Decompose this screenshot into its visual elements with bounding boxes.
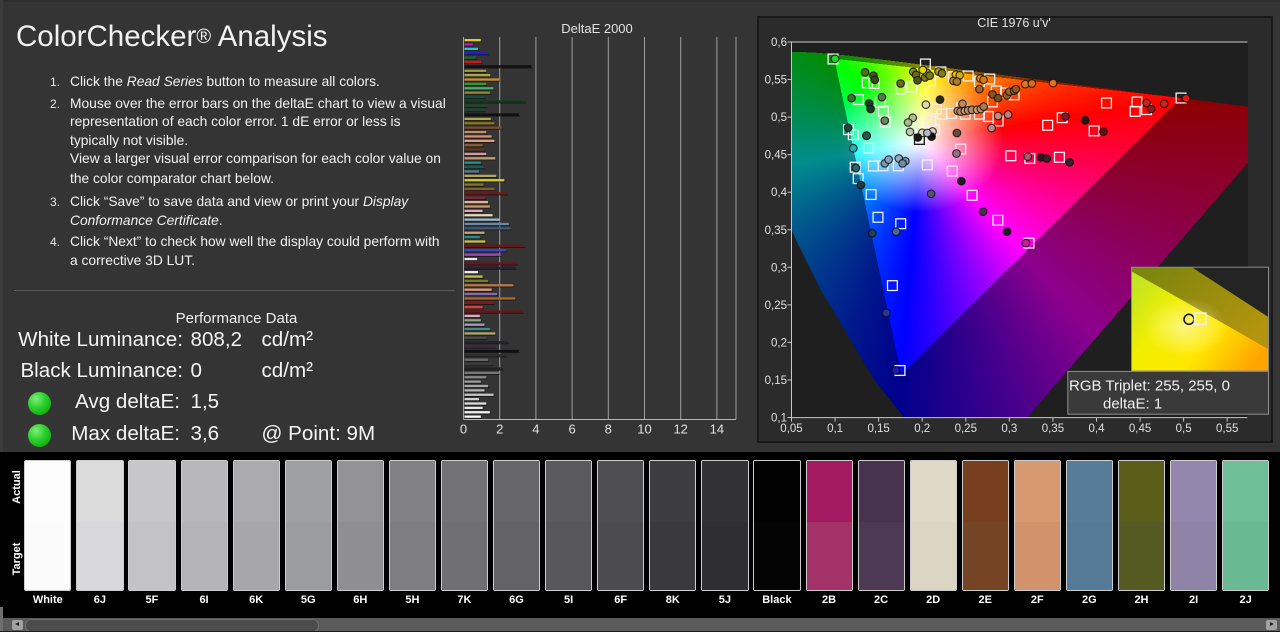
svg-text:4: 4	[532, 422, 539, 437]
svg-text:6: 6	[568, 422, 575, 437]
svg-text:14: 14	[710, 422, 724, 437]
svg-text:0: 0	[460, 422, 467, 437]
svg-text:12: 12	[673, 422, 687, 437]
svg-text:2: 2	[496, 422, 503, 437]
svg-text:10: 10	[637, 422, 651, 437]
svg-text:8: 8	[605, 422, 612, 437]
svg-text:DeltaE 2000: DeltaE 2000	[561, 21, 633, 36]
